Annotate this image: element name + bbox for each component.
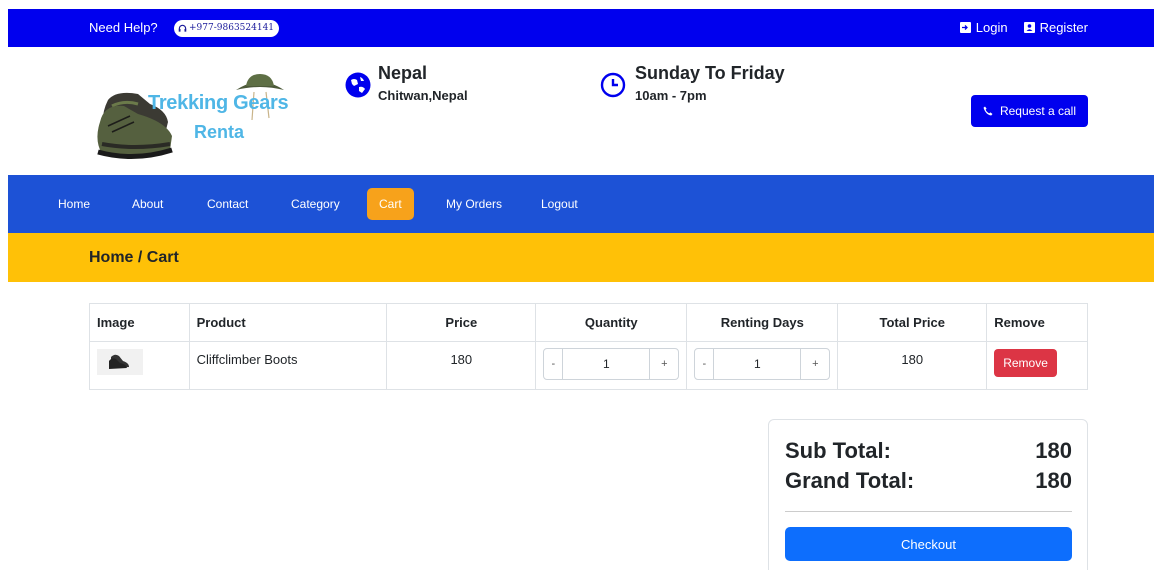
cell-price: 180 bbox=[386, 341, 537, 390]
header-quantity: Quantity bbox=[535, 303, 688, 342]
cell-product: Cliffclimber Boots bbox=[188, 341, 388, 390]
subtotal-row: Sub Total: 180 bbox=[785, 438, 1072, 464]
checkout-button[interactable]: Checkout bbox=[785, 527, 1072, 561]
location-title: Nepal bbox=[378, 63, 428, 83]
quantity-minus-button[interactable]: - bbox=[544, 349, 562, 379]
quantity-stepper[interactable]: - 1 + bbox=[543, 348, 680, 380]
top-bar: Need Help? +977-9863524141 Login Registe… bbox=[8, 9, 1154, 47]
login-link[interactable]: Login bbox=[959, 20, 1008, 35]
clock-icon bbox=[600, 72, 626, 98]
cart-table: Image Product Price Quantity Renting Day… bbox=[89, 303, 1088, 390]
nav-category[interactable]: Category bbox=[291, 175, 340, 233]
location-subtitle: Chitwan,Nepal bbox=[378, 88, 468, 103]
days-plus-button[interactable]: + bbox=[801, 349, 829, 379]
nav-contact[interactable]: Contact bbox=[207, 175, 248, 233]
cell-quantity: - 1 + bbox=[535, 341, 688, 390]
table-header-row: Image Product Price Quantity Renting Day… bbox=[89, 303, 1088, 342]
quantity-value[interactable]: 1 bbox=[562, 349, 651, 379]
header-price: Price bbox=[386, 303, 537, 342]
login-label: Login bbox=[975, 20, 1008, 35]
request-call-label: Request a call bbox=[999, 104, 1077, 118]
request-call-button[interactable]: Request a call bbox=[971, 95, 1088, 127]
table-row: Cliffclimber Boots 180 - 1 + - 1 + 180 R… bbox=[89, 341, 1088, 390]
boots-thumbnail-icon bbox=[109, 354, 129, 369]
order-summary: Sub Total: 180 Grand Total: 180 Checkout bbox=[768, 419, 1088, 570]
days-minus-button[interactable]: - bbox=[695, 349, 713, 379]
nav-home[interactable]: Home bbox=[58, 175, 90, 233]
register-label: Register bbox=[1039, 20, 1088, 35]
cell-image bbox=[89, 341, 190, 390]
logo-text-line1: Trekking Gears bbox=[148, 92, 289, 114]
product-thumbnail bbox=[97, 349, 143, 375]
grand-total-label: Grand Total: bbox=[785, 468, 915, 493]
logo-text-line2: Renta bbox=[194, 122, 245, 142]
nav-logout[interactable]: Logout bbox=[541, 175, 578, 233]
hours-subtitle: 10am - 7pm bbox=[635, 88, 707, 103]
register-icon bbox=[1023, 22, 1035, 33]
cell-total-price: 180 bbox=[837, 341, 988, 390]
header-total-price: Total Price bbox=[837, 303, 988, 342]
headset-icon bbox=[178, 24, 187, 32]
cell-remove: Remove bbox=[986, 341, 1088, 390]
nav-cart[interactable]: Cart bbox=[367, 188, 414, 220]
header-product: Product bbox=[188, 303, 388, 342]
nav-about[interactable]: About bbox=[132, 175, 163, 233]
help-label: Need Help? bbox=[89, 20, 158, 35]
main-nav: Home About Contact Category Cart My Orde… bbox=[8, 175, 1154, 233]
grand-total-value: 180 bbox=[1035, 468, 1072, 493]
grand-total-row: Grand Total: 180 bbox=[785, 468, 1072, 494]
register-link[interactable]: Register bbox=[1023, 20, 1088, 35]
quantity-plus-button[interactable]: + bbox=[650, 349, 678, 379]
breadcrumb-bar: Home / Cart bbox=[8, 233, 1154, 282]
subtotal-label: Sub Total: bbox=[785, 438, 891, 463]
subtotal-value: 180 bbox=[1035, 438, 1072, 463]
days-value[interactable]: 1 bbox=[713, 349, 802, 379]
renting-days-stepper[interactable]: - 1 + bbox=[694, 348, 831, 380]
breadcrumb: Home / Cart bbox=[89, 249, 179, 266]
header-image: Image bbox=[89, 303, 190, 342]
login-icon bbox=[959, 22, 971, 33]
header-renting-days: Renting Days bbox=[686, 303, 839, 342]
phone-number: +977-9863524141 bbox=[189, 23, 275, 33]
header-remove: Remove bbox=[986, 303, 1088, 342]
phone-icon bbox=[983, 106, 993, 116]
phone-pill[interactable]: +977-9863524141 bbox=[174, 20, 280, 37]
remove-button[interactable]: Remove bbox=[994, 349, 1057, 377]
nav-my-orders[interactable]: My Orders bbox=[446, 175, 502, 233]
cell-renting-days: - 1 + bbox=[686, 341, 839, 390]
globe-icon bbox=[345, 72, 371, 98]
boots-logo-icon[interactable] bbox=[94, 70, 294, 166]
summary-divider bbox=[785, 511, 1072, 512]
hours-title: Sunday To Friday bbox=[635, 63, 785, 83]
